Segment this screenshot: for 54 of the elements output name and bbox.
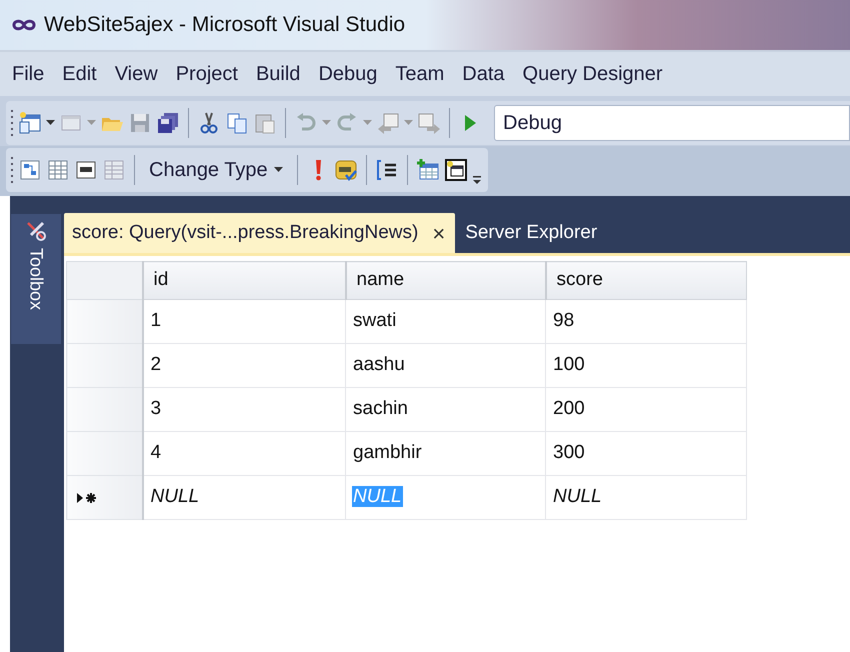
- toolbox-label: Toolbox: [26, 248, 48, 310]
- toolbar-grip-icon[interactable]: [10, 108, 14, 136]
- new-row-marker-icon: [77, 492, 99, 504]
- table-cell[interactable]: 98: [546, 300, 746, 344]
- menu-item[interactable]: File: [4, 59, 52, 89]
- table-cell[interactable]: 4: [142, 432, 346, 476]
- verify-sql-icon[interactable]: [334, 158, 358, 182]
- save-all-icon[interactable]: [156, 110, 180, 134]
- table-cell[interactable]: swati: [346, 300, 546, 344]
- toolbar-overflow-icon[interactable]: [472, 174, 482, 186]
- diagram-pane-icon[interactable]: [18, 158, 42, 182]
- menu-item[interactable]: Project: [168, 59, 246, 89]
- app-logo-icon: [12, 19, 36, 31]
- menu-item[interactable]: Edit: [54, 59, 105, 89]
- menu-item[interactable]: Team: [387, 59, 452, 89]
- new-project-icon[interactable]: [18, 110, 42, 134]
- row-header[interactable]: [66, 476, 142, 520]
- table-cell[interactable]: 200: [546, 388, 746, 432]
- tab-title: score: Query(vsit-...press.BreakingNews): [72, 220, 418, 245]
- document-tab-background[interactable]: score: Query(vsit-...press.BreakingNews) ×: [64, 213, 456, 253]
- table-cell[interactable]: 1: [142, 300, 346, 344]
- table-cell[interactable]: gambhir: [346, 432, 546, 476]
- add-table-icon[interactable]: [416, 158, 440, 182]
- table-cell[interactable]: aashu: [346, 344, 546, 388]
- column-header[interactable]: score: [546, 262, 746, 300]
- menu-item[interactable]: Debug: [310, 59, 386, 89]
- menu-item[interactable]: View: [106, 59, 166, 89]
- navigate-back-icon[interactable]: [376, 110, 400, 134]
- table-cell[interactable]: sachin: [346, 388, 546, 432]
- copy-icon[interactable]: [225, 110, 249, 134]
- document-tab[interactable]: Server Explorer: [455, 213, 608, 253]
- table-cell[interactable]: NULL: [142, 476, 346, 520]
- dropdown-arrow-icon: [274, 167, 283, 173]
- navigate-forward-icon[interactable]: [417, 110, 441, 134]
- toolbox-tab[interactable]: Toolbox: [11, 214, 61, 344]
- new-query-icon[interactable]: [444, 158, 468, 182]
- toolbar-grip-icon[interactable]: [10, 156, 14, 184]
- table-cell[interactable]: 100: [546, 344, 746, 388]
- column-header[interactable]: id: [142, 262, 346, 300]
- table-cell[interactable]: 300: [546, 432, 746, 476]
- close-tab-button[interactable]: ×: [432, 216, 446, 250]
- menu-item[interactable]: Build: [248, 59, 308, 89]
- table-cell[interactable]: NULL: [546, 476, 746, 520]
- table-cell[interactable]: 2: [142, 344, 346, 388]
- configuration-combo[interactable]: Debug: [494, 104, 850, 140]
- criteria-pane-icon[interactable]: [46, 158, 70, 182]
- window-title: WebSite5ajex - Microsoft Visual Studio: [44, 12, 406, 38]
- column-header[interactable]: name: [346, 262, 546, 300]
- table-cell[interactable]: 3: [142, 388, 346, 432]
- menu-item[interactable]: Data: [454, 59, 513, 89]
- tools-icon: [25, 220, 47, 242]
- menu-item[interactable]: Query Designer: [514, 59, 671, 89]
- group-by-icon[interactable]: [374, 158, 399, 182]
- dropdown-arrow-icon[interactable]: [46, 120, 55, 126]
